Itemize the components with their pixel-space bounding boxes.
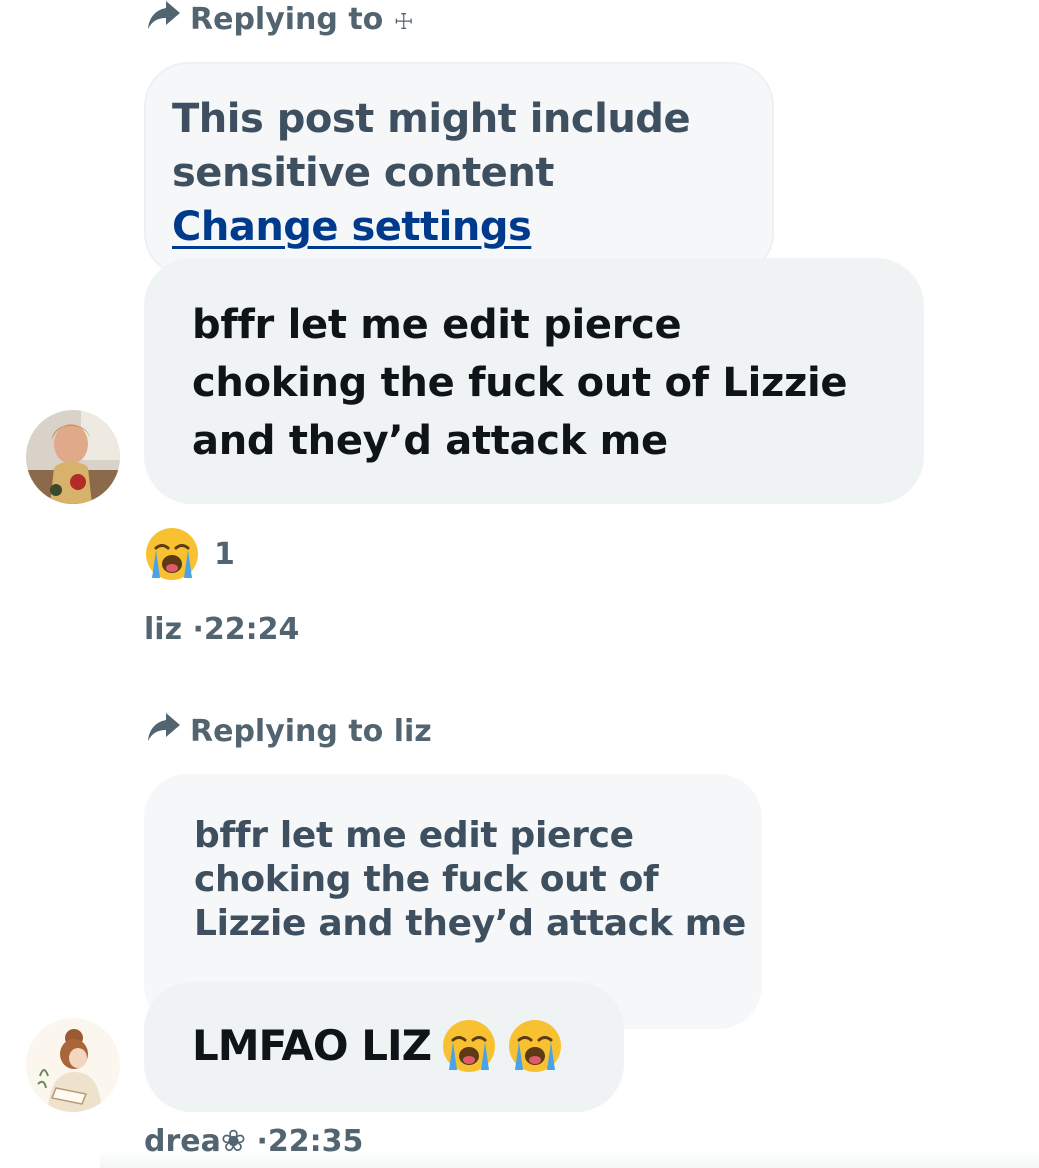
loudly-crying-face-icon bbox=[507, 1018, 563, 1074]
loudly-crying-face-icon bbox=[441, 1018, 497, 1074]
loudly-crying-face-icon bbox=[144, 526, 200, 582]
avatar[interactable] bbox=[26, 410, 120, 504]
reply-arrow-icon bbox=[146, 711, 182, 751]
reaction-count: 1 bbox=[214, 536, 235, 572]
quoted-text: This post might include sensitive conten… bbox=[172, 92, 691, 254]
message-text-row: LMFAO LIZ bbox=[192, 1018, 563, 1074]
replying-to-header: Replying to liz bbox=[146, 712, 432, 750]
replying-to-header: Replying to ☩ bbox=[146, 0, 413, 38]
author-name[interactable]: liz bbox=[144, 612, 182, 647]
reaction-chip[interactable]: 1 bbox=[144, 526, 235, 582]
quoted-text: bffr let me edit pierce choking the fuck… bbox=[194, 815, 747, 944]
message-meta: liz ·22:24 bbox=[144, 612, 299, 647]
separator-dot: · bbox=[192, 612, 204, 647]
replying-to-name: liz bbox=[393, 713, 432, 749]
message-bubble[interactable]: LMFAO LIZ bbox=[144, 982, 624, 1112]
message-bubble[interactable]: bffr let me edit pierce choking the fuck… bbox=[144, 258, 924, 504]
change-settings-link[interactable]: Change settings bbox=[172, 200, 690, 254]
message-text: LMFAO LIZ bbox=[192, 1021, 432, 1070]
replying-to-name: ☩ bbox=[393, 9, 414, 35]
message-text: bffr let me edit pierce choking the fuck… bbox=[192, 302, 848, 464]
reply-arrow-icon bbox=[146, 0, 182, 39]
avatar[interactable] bbox=[26, 1018, 120, 1112]
bottom-fade bbox=[100, 1150, 1039, 1168]
timestamp: 22:24 bbox=[203, 612, 300, 647]
replying-to-label: Replying to bbox=[190, 1, 394, 37]
quoted-message[interactable]: This post might include sensitive conten… bbox=[144, 62, 774, 277]
replying-to-label: Replying to bbox=[190, 713, 394, 749]
